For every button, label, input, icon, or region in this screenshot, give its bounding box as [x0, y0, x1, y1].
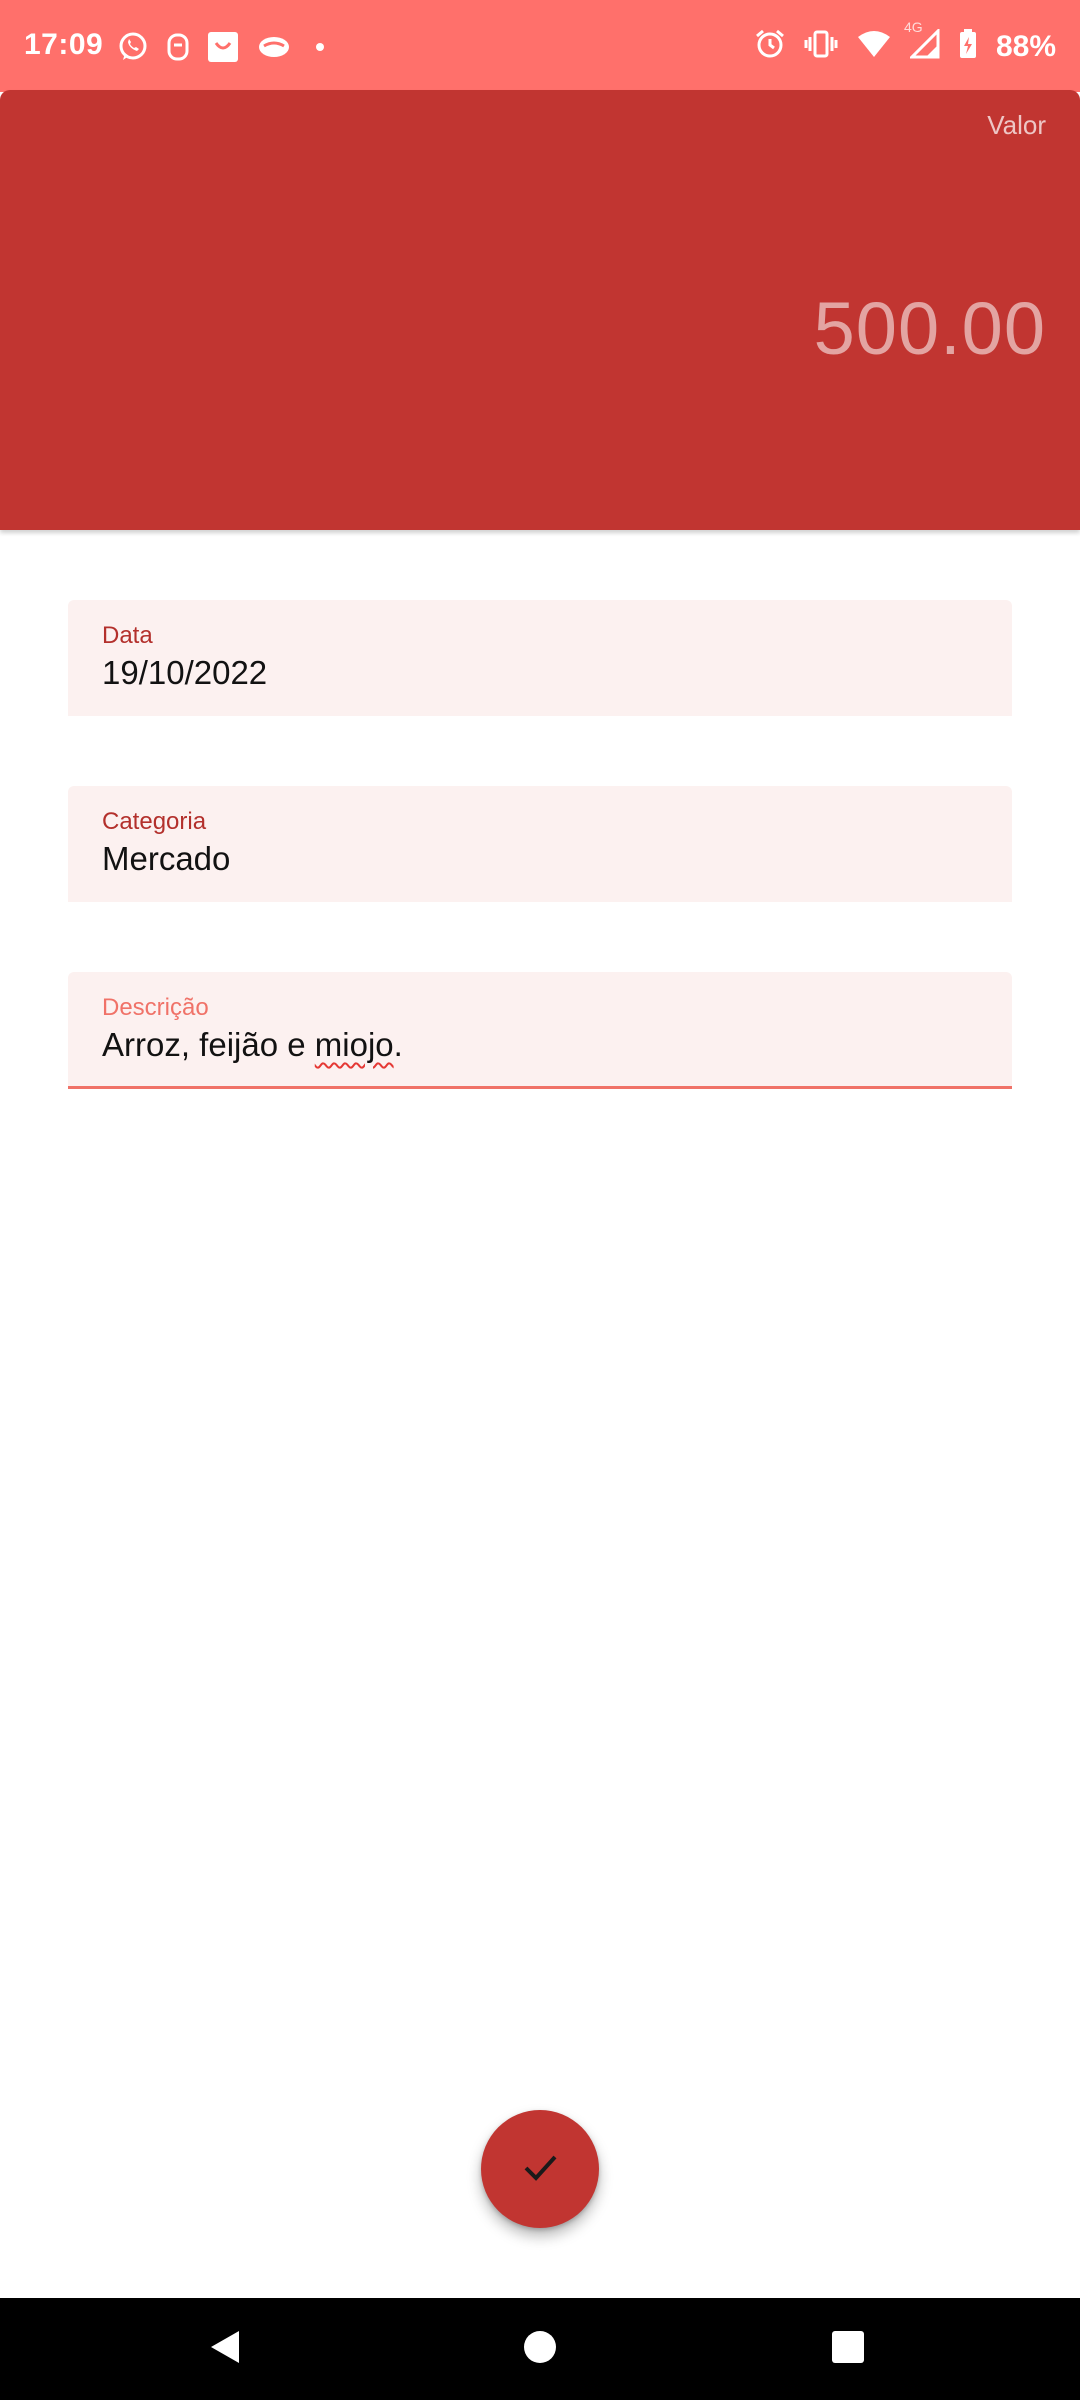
signal-icon: 4G: [904, 19, 940, 64]
recents-button[interactable]: [823, 2324, 873, 2374]
category-field-label: Categoria: [102, 808, 207, 835]
network-type-label: 4G: [903, 19, 923, 35]
description-text-part: Arroz, feijão e: [102, 1026, 315, 1063]
valor-amount[interactable]: 500.00: [814, 286, 1046, 371]
description-field[interactable]: Descrição Arroz, feijão e miojo.: [68, 972, 1012, 1089]
controller-icon: [256, 32, 292, 67]
battery-charging-icon: [958, 28, 978, 65]
check-icon: [518, 2145, 562, 2194]
vibrate-icon: [804, 29, 838, 64]
home-button[interactable]: [515, 2324, 565, 2374]
navigation-bar: [0, 2298, 1080, 2400]
whatsapp-icon: [116, 30, 150, 69]
dot-icon: [308, 35, 332, 64]
description-text-end: .: [393, 1026, 403, 1063]
alarm-icon: [754, 28, 786, 65]
valor-label: Valor: [987, 110, 1046, 140]
confirm-button[interactable]: [481, 2110, 599, 2228]
shopping-bag-icon: [206, 30, 240, 69]
home-circle-icon: [522, 2329, 558, 2370]
description-field-label: Descrição: [102, 994, 209, 1021]
date-field-value: 19/10/2022: [102, 654, 268, 691]
category-field[interactable]: Categoria Mercado: [68, 786, 1012, 902]
date-field-label: Data: [102, 622, 153, 649]
date-field[interactable]: Data 19/10/2022: [68, 600, 1012, 716]
description-field-value[interactable]: Arroz, feijão e miojo.: [102, 1026, 403, 1064]
status-bar: 17:09 4G 88%: [0, 0, 1080, 92]
status-system-icons: 4G 88%: [754, 19, 1056, 65]
app-notification-icon: [166, 31, 190, 68]
back-button[interactable]: [200, 2324, 250, 2374]
recents-square-icon: [830, 2329, 866, 2370]
status-time: 17:09: [24, 28, 104, 61]
misspelled-word[interactable]: miojo: [315, 1026, 394, 1063]
wifi-icon: [856, 29, 892, 64]
back-triangle-icon: [205, 2327, 245, 2372]
category-field-value: Mercado: [102, 840, 231, 877]
status-notification-icons: [116, 30, 332, 69]
battery-percentage: 88%: [995, 29, 1056, 63]
amount-header: Valor 500.00: [0, 90, 1080, 530]
